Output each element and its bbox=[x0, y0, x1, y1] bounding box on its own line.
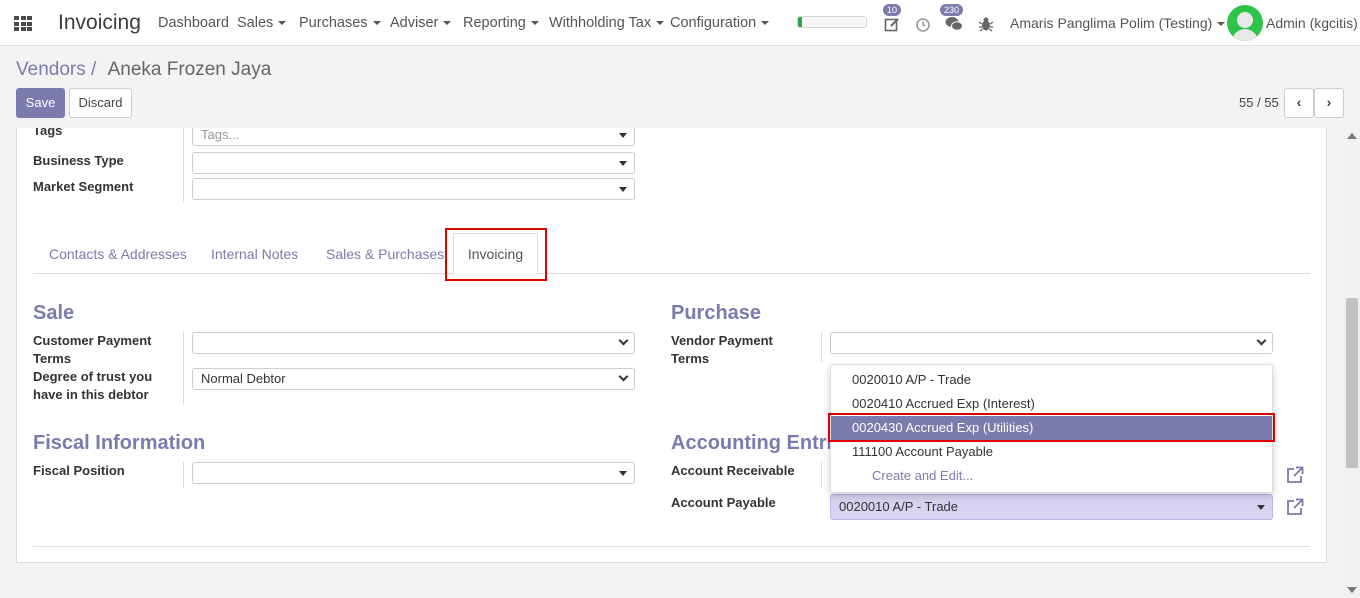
trust-value: Normal Debtor bbox=[201, 371, 286, 386]
caret-down-icon bbox=[1217, 22, 1226, 27]
messages-icon[interactable] bbox=[945, 16, 963, 32]
scroll-down-arrow-icon[interactable] bbox=[1347, 587, 1357, 593]
caret-down-icon bbox=[530, 21, 539, 26]
tags-input[interactable]: Tags... bbox=[192, 128, 635, 146]
tab-internal-notes[interactable]: Internal Notes bbox=[211, 246, 298, 262]
tags-label: Tags bbox=[33, 128, 63, 138]
menu-sales-label: Sales bbox=[237, 15, 274, 31]
customer-payment-terms-select[interactable] bbox=[192, 332, 635, 354]
caret-down-icon bbox=[1257, 505, 1265, 510]
debug-bug-icon[interactable] bbox=[978, 16, 994, 32]
breadcrumb-current: Aneka Frozen Jaya bbox=[107, 59, 272, 80]
account-payable-select[interactable]: 0020010 A/P - Trade bbox=[830, 494, 1273, 520]
vendor-payment-terms-label-line2: Terms bbox=[671, 351, 710, 366]
dropdown-option[interactable]: 0020010 A/P - Trade bbox=[831, 368, 1272, 392]
account-payable-value: 0020010 A/P - Trade bbox=[839, 499, 959, 514]
messages-badge: 230 bbox=[940, 4, 964, 16]
market-segment-select[interactable] bbox=[192, 178, 635, 200]
caret-down-icon bbox=[619, 161, 627, 166]
fiscal-position-label: Fiscal Position bbox=[33, 463, 125, 478]
chevron-down-icon bbox=[618, 371, 629, 382]
apps-menu-icon[interactable] bbox=[14, 16, 32, 31]
vendor-payment-terms-label: Vendor Payment Terms bbox=[671, 332, 773, 368]
tab-sales-purchases[interactable]: Sales & Purchases bbox=[326, 246, 444, 262]
menu-dashboard-label: Dashboard bbox=[158, 15, 229, 31]
trust-label-line2: have in this debtor bbox=[33, 387, 149, 402]
tab-divider bbox=[33, 273, 1310, 274]
chevron-down-icon bbox=[1256, 335, 1267, 346]
scroll-thumb[interactable] bbox=[1346, 298, 1358, 468]
menu-withholding-tax[interactable]: Withholding Tax bbox=[549, 15, 665, 31]
activity-badge: 10 bbox=[883, 4, 902, 16]
breadcrumb-separator: / bbox=[91, 59, 97, 80]
caret-down-icon bbox=[656, 21, 665, 26]
trust-label-line1: Degree of trust you bbox=[33, 369, 153, 384]
customer-payment-terms-label: Customer Payment Terms bbox=[33, 332, 151, 368]
account-receivable-label: Account Receivable bbox=[671, 463, 795, 478]
accounting-section-title: Accounting Entri bbox=[671, 432, 833, 454]
trust-label: Degree of trust you have in this debtor bbox=[33, 368, 152, 404]
top-navbar: Invoicing Dashboard Sales Purchases Advi… bbox=[0, 0, 1360, 46]
vendor-payment-terms-label-line1: Vendor Payment bbox=[671, 333, 773, 348]
menu-configuration[interactable]: Configuration bbox=[670, 15, 770, 31]
customer-payment-terms-label-line1: Customer Payment bbox=[33, 333, 152, 348]
save-button[interactable]: Save bbox=[16, 88, 65, 118]
section-divider bbox=[33, 546, 1310, 547]
tab-contacts-addresses[interactable]: Contacts & Addresses bbox=[49, 246, 187, 262]
progress-fill bbox=[798, 17, 803, 27]
caret-down-icon bbox=[372, 21, 381, 26]
page-scrollbar[interactable] bbox=[1344, 128, 1360, 598]
onboarding-progress-bar[interactable] bbox=[797, 16, 867, 28]
business-type-select[interactable] bbox=[192, 152, 635, 174]
clock-icon[interactable] bbox=[915, 17, 931, 33]
user-menu[interactable]: Admin (kgcitis) bbox=[1266, 15, 1358, 31]
caret-down-icon bbox=[278, 21, 287, 26]
caret-down-icon bbox=[619, 133, 627, 138]
menu-dashboard[interactable]: Dashboard bbox=[158, 15, 229, 31]
fiscal-section-title: Fiscal Information bbox=[33, 432, 206, 454]
breadcrumb-vendors-link[interactable]: Vendors bbox=[16, 59, 86, 80]
company-switcher[interactable]: Amaris Panglima Polim (Testing) bbox=[1010, 15, 1226, 31]
menu-reporting[interactable]: Reporting bbox=[463, 15, 539, 31]
customer-payment-terms-label-line2: Terms bbox=[33, 351, 72, 366]
trust-select[interactable]: Normal Debtor bbox=[192, 368, 635, 390]
caret-down-icon bbox=[619, 471, 627, 476]
tags-placeholder: Tags... bbox=[201, 128, 240, 142]
breadcrumb: Vendors / Aneka Frozen Jaya bbox=[16, 59, 271, 81]
menu-adviser-label: Adviser bbox=[390, 15, 439, 31]
activity-edit-icon[interactable] bbox=[884, 16, 900, 32]
tab-highlight-box bbox=[445, 228, 547, 281]
caret-down-icon bbox=[761, 21, 770, 26]
option-highlight-box bbox=[828, 413, 1275, 442]
account-payable-label: Account Payable bbox=[671, 495, 776, 510]
caret-down-icon bbox=[443, 21, 452, 26]
pager-next-button[interactable]: › bbox=[1314, 88, 1344, 118]
menu-purchases[interactable]: Purchases bbox=[299, 15, 381, 31]
pager-counter[interactable]: 55 / 55 bbox=[1239, 95, 1279, 110]
market-segment-label: Market Segment bbox=[33, 179, 134, 194]
discard-button[interactable]: Discard bbox=[69, 88, 132, 118]
vendor-payment-terms-select[interactable] bbox=[830, 332, 1273, 354]
caret-down-icon bbox=[619, 187, 627, 192]
external-link-icon[interactable] bbox=[1285, 465, 1305, 485]
menu-sales[interactable]: Sales bbox=[237, 15, 287, 31]
chevron-down-icon bbox=[618, 335, 629, 346]
company-name: Amaris Panglima Polim (Testing) bbox=[1010, 15, 1213, 31]
app-title: Invoicing bbox=[58, 11, 141, 34]
menu-withholding-tax-label: Withholding Tax bbox=[549, 15, 652, 31]
user-avatar[interactable] bbox=[1227, 5, 1263, 41]
menu-reporting-label: Reporting bbox=[463, 15, 526, 31]
menu-purchases-label: Purchases bbox=[299, 15, 368, 31]
sale-section-title: Sale bbox=[33, 302, 75, 324]
create-and-edit-option[interactable]: Create and Edit... bbox=[831, 464, 1272, 488]
dropdown-option[interactable]: 111100 Account Payable bbox=[831, 440, 1272, 464]
scroll-up-arrow-icon[interactable] bbox=[1347, 133, 1357, 139]
menu-configuration-label: Configuration bbox=[670, 15, 757, 31]
menu-adviser[interactable]: Adviser bbox=[390, 15, 452, 31]
business-type-label: Business Type bbox=[33, 153, 124, 168]
purchase-section-title: Purchase bbox=[671, 302, 762, 324]
fiscal-position-select[interactable] bbox=[192, 462, 635, 484]
external-link-icon[interactable] bbox=[1285, 497, 1305, 517]
pager-previous-button[interactable]: ‹ bbox=[1284, 88, 1314, 118]
